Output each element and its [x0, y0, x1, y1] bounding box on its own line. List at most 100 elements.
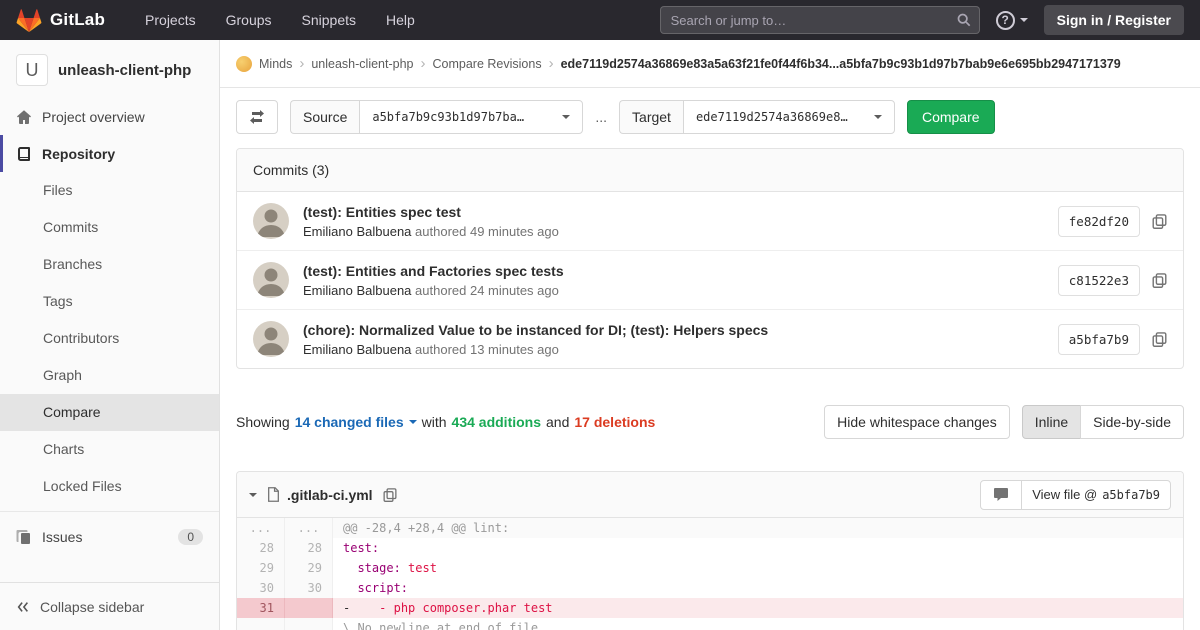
diff-old-line-number: [237, 618, 285, 630]
search-input[interactable]: [660, 6, 980, 34]
copy-sha-icon[interactable]: [1152, 214, 1167, 229]
diff-old-line-number[interactable]: 30: [237, 578, 285, 598]
page-content: Source a5bfa7b9c93b1d97b7ba… ... Target …: [220, 88, 1200, 630]
side-by-side-view-button[interactable]: Side-by-side: [1080, 405, 1184, 439]
author-avatar[interactable]: [253, 262, 289, 298]
sidebar-nav: Project overview Repository Files Commit…: [0, 98, 219, 555]
commit-body: (test): Entities spec test Emiliano Balb…: [303, 204, 1058, 239]
collapse-diff-icon[interactable]: [249, 493, 257, 497]
sidebar-item-charts[interactable]: Charts: [0, 431, 219, 468]
sidebar-item-issues[interactable]: Issues 0: [0, 518, 219, 555]
collapse-sidebar-button[interactable]: Collapse sidebar: [0, 582, 219, 630]
toggle-comments-button[interactable]: [980, 480, 1022, 510]
changed-files-label: 14 changed files: [295, 414, 404, 430]
diff-line-context: 28 28 test:: [237, 538, 1183, 558]
source-ref-dropdown[interactable]: a5bfa7b9c93b1d97b7ba…: [359, 100, 583, 134]
project-name[interactable]: unleash-client-php: [58, 62, 191, 79]
breadcrumb-section[interactable]: Compare Revisions: [433, 57, 542, 71]
commit-title[interactable]: (chore): Normalized Value to be instance…: [303, 322, 1058, 338]
commit-row: (test): Entities and Factories spec test…: [237, 251, 1183, 310]
caret-down-icon: [874, 115, 882, 119]
commit-sha[interactable]: a5bfa7b9: [1058, 324, 1140, 355]
home-icon: [16, 109, 32, 125]
copy-filename-icon[interactable]: [383, 488, 397, 502]
commit-author[interactable]: Emiliano Balbuena: [303, 224, 411, 239]
inline-view-button[interactable]: Inline: [1022, 405, 1081, 439]
navbar-left: GitLab Projects Groups Snippets Help: [16, 8, 415, 33]
diff-new-line-number[interactable]: ...: [285, 518, 333, 538]
target-ref-dropdown[interactable]: ede7119d2574a36869e8…: [683, 100, 895, 134]
author-avatar[interactable]: [253, 321, 289, 357]
compare-button[interactable]: Compare: [907, 100, 995, 134]
chevron-right-icon: ›: [299, 56, 304, 71]
showing-label: Showing: [236, 414, 290, 430]
sidebar-item-label: Issues: [42, 529, 82, 545]
diff-filename: .gitlab-ci.yml: [287, 487, 373, 503]
diff-new-line-number: [285, 618, 333, 630]
nav-projects[interactable]: Projects: [145, 12, 196, 28]
commit-meta: Emiliano Balbuena authored 24 minutes ag…: [303, 283, 1058, 298]
commit-author[interactable]: Emiliano Balbuena: [303, 342, 411, 357]
commit-time: authored 24 minutes ago: [415, 283, 559, 298]
diff-old-line-number[interactable]: 31: [237, 598, 285, 618]
gitlab-logo[interactable]: GitLab: [16, 8, 105, 33]
diff-code-line: - - php composer.phar test: [333, 598, 1183, 618]
sidebar-item-branches[interactable]: Branches: [0, 246, 219, 283]
source-group: Source a5bfa7b9c93b1d97b7ba…: [290, 100, 583, 134]
sidebar-divider: [0, 511, 219, 512]
diff-code-line: @@ -28,4 +28,4 @@ lint:: [333, 518, 1183, 538]
sidebar-item-commits[interactable]: Commits: [0, 209, 219, 246]
sidebar-item-tags[interactable]: Tags: [0, 283, 219, 320]
copy-sha-icon[interactable]: [1152, 273, 1167, 288]
diff-new-line-number[interactable]: 28: [285, 538, 333, 558]
diff-old-line-number[interactable]: 28: [237, 538, 285, 558]
project-avatar[interactable]: U: [16, 54, 48, 86]
diff-file-panel: .gitlab-ci.yml View file @ a5bfa7b9: [236, 471, 1184, 630]
revision-range-dots: ...: [595, 109, 607, 125]
hide-whitespace-button[interactable]: Hide whitespace changes: [824, 405, 1010, 439]
source-ref-value: a5bfa7b9c93b1d97b7ba…: [372, 110, 524, 124]
diff-new-line-number[interactable]: [285, 598, 333, 618]
breadcrumb: Minds › unleash-client-php › Compare Rev…: [220, 40, 1200, 88]
compare-form: Source a5bfa7b9c93b1d97b7ba… ... Target …: [236, 100, 1184, 134]
breadcrumb-group[interactable]: Minds: [259, 57, 292, 71]
sidebar-item-graph[interactable]: Graph: [0, 357, 219, 394]
issues-count-badge: 0: [178, 529, 203, 545]
breadcrumb-project[interactable]: unleash-client-php: [311, 57, 413, 71]
caret-down-icon: [409, 420, 417, 424]
commit-sha[interactable]: fe82df20: [1058, 206, 1140, 237]
nav-help[interactable]: Help: [386, 12, 415, 28]
changed-files-dropdown[interactable]: 14 changed files: [295, 414, 417, 430]
sidebar-item-locked-files[interactable]: Locked Files: [0, 468, 219, 505]
view-file-button[interactable]: View file @ a5bfa7b9: [1021, 480, 1171, 510]
help-dropdown[interactable]: ?: [996, 11, 1028, 30]
commit-time: authored 13 minutes ago: [415, 342, 559, 357]
navbar-links: Projects Groups Snippets Help: [145, 12, 415, 28]
sidebar-item-contributors[interactable]: Contributors: [0, 320, 219, 357]
diff-new-line-number[interactable]: 29: [285, 558, 333, 578]
commit-time: authored 49 minutes ago: [415, 224, 559, 239]
commit-row: (chore): Normalized Value to be instance…: [237, 310, 1183, 368]
author-avatar[interactable]: [253, 203, 289, 239]
sidebar-item-repository[interactable]: Repository: [0, 135, 219, 172]
diff-old-line-number[interactable]: 29: [237, 558, 285, 578]
commit-title[interactable]: (test): Entities spec test: [303, 204, 1058, 220]
diff-old-line-number[interactable]: ...: [237, 518, 285, 538]
nav-groups[interactable]: Groups: [226, 12, 272, 28]
question-circle-icon: ?: [996, 11, 1015, 30]
commit-body: (chore): Normalized Value to be instance…: [303, 322, 1058, 357]
diff-table: ... ... @@ -28,4 +28,4 @@ lint: 28 28 te…: [237, 518, 1183, 630]
sidebar-item-compare[interactable]: Compare: [0, 394, 219, 431]
sidebar-item-files[interactable]: Files: [0, 172, 219, 209]
copy-sha-icon[interactable]: [1152, 332, 1167, 347]
diff-line-context: 30 30 script:: [237, 578, 1183, 598]
sidebar-item-project-overview[interactable]: Project overview: [0, 98, 219, 135]
commit-author[interactable]: Emiliano Balbuena: [303, 283, 411, 298]
diff-new-line-number[interactable]: 30: [285, 578, 333, 598]
commit-title[interactable]: (test): Entities and Factories spec test…: [303, 263, 1058, 279]
swap-revisions-button[interactable]: [236, 100, 278, 134]
nav-snippets[interactable]: Snippets: [302, 12, 356, 28]
diff-line-match: ... ... @@ -28,4 +28,4 @@ lint:: [237, 518, 1183, 538]
sign-in-button[interactable]: Sign in / Register: [1044, 5, 1184, 35]
commit-sha[interactable]: c81522e3: [1058, 265, 1140, 296]
